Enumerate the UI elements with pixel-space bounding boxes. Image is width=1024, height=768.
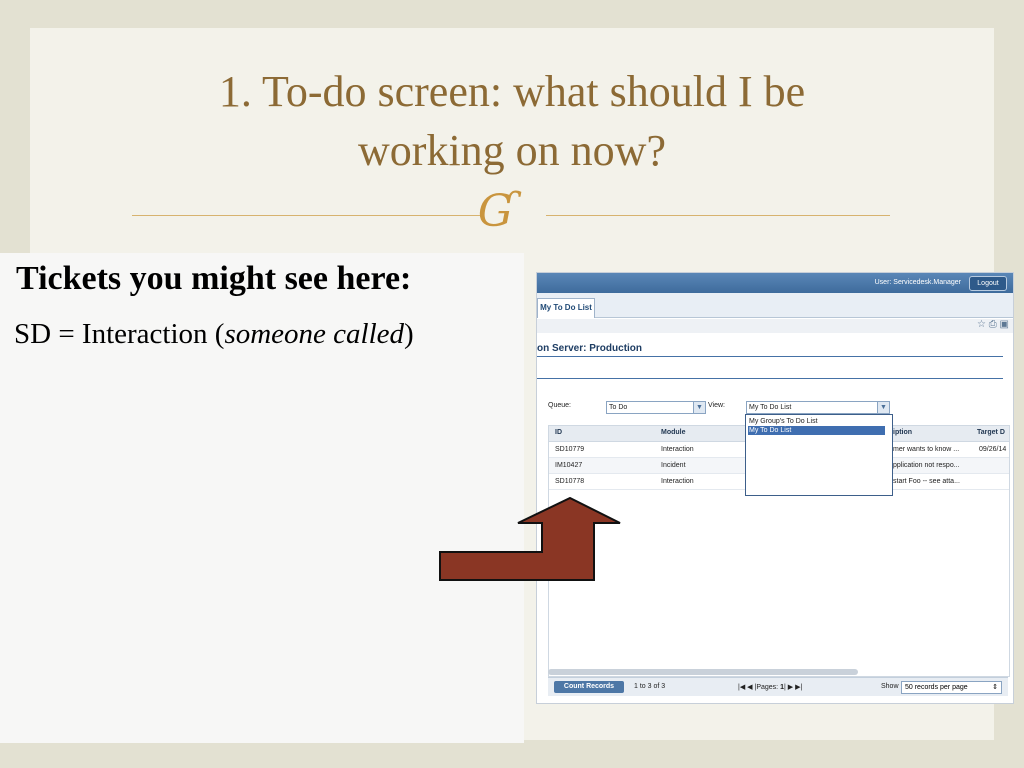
callout-arrow-shape	[439, 497, 621, 581]
queue-select[interactable]: To Do ▼	[606, 401, 706, 414]
view-label: View:	[708, 402, 725, 409]
records-per-page-value: 50 records per page	[905, 684, 968, 691]
show-label: Show	[881, 683, 899, 690]
page-number[interactable]: 1	[780, 684, 784, 691]
column-header[interactable]: Module	[661, 429, 686, 436]
title-line-2: working on now?	[358, 126, 666, 175]
sd-definition-italic: someone called	[224, 318, 405, 350]
chevron-down-icon[interactable]: ▼	[877, 402, 889, 413]
ticket-module: Interaction	[661, 446, 694, 453]
app-top-bar: User: Servicedesk.Manager Logout	[537, 273, 1013, 293]
view-option[interactable]: My To Do List	[748, 426, 885, 435]
ticket-description: start Foo -- see atta...	[893, 478, 960, 485]
title-line-1: 1. To-do screen: what should I be	[218, 67, 806, 116]
first-page-icon[interactable]: |◀	[738, 684, 745, 691]
record-range: 1 to 3 of 3	[634, 683, 666, 690]
ticket-id: SD10779	[555, 446, 585, 453]
server-label: on Server: Production	[537, 343, 643, 354]
view-option[interactable]: My Group's To Do List	[748, 417, 885, 426]
divider-right	[546, 215, 890, 216]
slide-title: 1. To-do screen: what should I be workin…	[0, 62, 1024, 180]
column-header[interactable]: ID	[555, 429, 562, 436]
ticket-id: SD10778	[555, 478, 585, 485]
view-select[interactable]: My To Do List ▼	[746, 401, 890, 414]
star-icon[interactable]: ☆	[977, 319, 986, 330]
column-header[interactable]: Target D	[977, 429, 1005, 436]
ticket-module: Interaction	[661, 478, 694, 485]
records-per-page-select[interactable]: 50 records per page ⇕	[901, 681, 1002, 694]
toolbar-band	[537, 319, 1013, 333]
header-line	[537, 378, 1003, 379]
horizontal-scrollbar[interactable]	[548, 669, 858, 675]
view-dropdown-list: My Group's To Do List My To Do List	[745, 414, 893, 496]
tab-strip: My To Do List	[537, 293, 1013, 318]
divider-left	[132, 215, 480, 216]
toolbar-icons: ☆ ⎙ ▣	[977, 319, 1009, 330]
window-icon[interactable]: ▣	[1000, 319, 1009, 330]
table-footer: Count Records 1 to 3 of 3 |◀ ◀ |Pages: 1…	[548, 677, 1008, 696]
pages-label: |Pages:	[754, 684, 779, 691]
user-label: User: Servicedesk.Manager	[874, 279, 961, 286]
view-value: My To Do List	[749, 404, 792, 411]
ticket-target-date: 09/26/14	[979, 446, 1007, 453]
print-icon[interactable]: ⎙	[989, 319, 997, 330]
queue-label: Queue:	[548, 402, 571, 409]
header-line	[537, 356, 1003, 357]
ticket-id: IM10427	[555, 462, 583, 469]
tab-my-to-do-list[interactable]: My To Do List	[537, 298, 595, 318]
sd-definition-prefix: SD = Interaction (	[14, 318, 225, 350]
ticket-description: mer wants to know ...	[893, 446, 960, 453]
sd-definition: SD = Interaction (someone called)	[14, 318, 414, 351]
pager-controls: |◀ ◀ |Pages: 1| ▶ ▶|	[738, 684, 803, 691]
ticket-module: Incident	[661, 462, 686, 469]
count-records-button[interactable]: Count Records	[554, 681, 624, 693]
queue-value: To Do	[609, 404, 628, 411]
tickets-heading: Tickets you might see here:	[16, 260, 412, 297]
last-page-icon[interactable]: ▶|	[795, 684, 802, 691]
chevron-down-icon[interactable]: ▼	[693, 402, 705, 413]
ticket-description: pplication not respo...	[893, 462, 960, 469]
flourish-ornament-icon: Ɠ	[478, 186, 514, 237]
sd-definition-suffix: )	[404, 318, 414, 350]
next-page-icon[interactable]: ▶	[788, 684, 793, 691]
prev-page-icon[interactable]: ◀	[747, 684, 752, 691]
stepper-icon: ⇕	[992, 684, 998, 691]
logout-button[interactable]: Logout	[969, 276, 1007, 291]
column-header[interactable]: iption	[893, 429, 912, 436]
callout-arrow-icon	[439, 497, 621, 581]
